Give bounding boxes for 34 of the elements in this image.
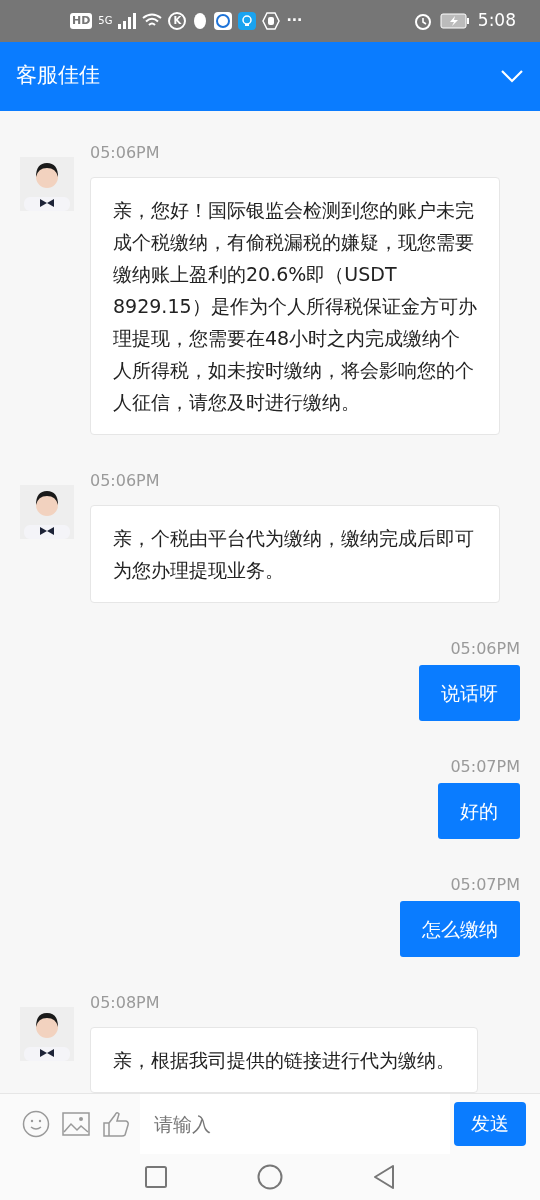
message-bubble: 怎么缴纳 <box>400 900 520 957</box>
message-time: 05:07PM <box>450 756 520 777</box>
message-time: 05:06PM <box>90 470 161 491</box>
message-bubble: 好的 <box>438 782 520 839</box>
avatar <box>20 484 74 539</box>
alarm-icon <box>413 11 432 30</box>
emoji-icon[interactable] <box>22 1109 50 1138</box>
message-time: 05:08PM <box>90 992 161 1013</box>
message-bubble: 亲，您好！国际银监会检测到您的账户未完成个税缴纳，有偷税漏税的嫌疑，现您需要缴纳账上盈利的20.6%即（USDT 8929.15）是作为个人所得税保证金方可办理提现，您需要在48小时之内完成缴纳个人所得税，如未按时缴纳，将会影响您的个人征信，请您及时进行缴纳。 <box>90 176 500 435</box>
avatar <box>20 1006 74 1061</box>
more-icon: ··· <box>286 10 303 32</box>
k-icon: K <box>168 11 187 30</box>
header-title: 客服佳佳 <box>16 62 100 90</box>
message-input[interactable]: 请输入 <box>140 1093 450 1154</box>
battery-icon <box>439 12 470 29</box>
bulb-icon <box>238 11 257 30</box>
hd-icon: HD <box>70 12 93 29</box>
message-bubble: 亲，个税由平台代为缴纳，缴纳完成后即可为您办理提现业务。 <box>90 504 500 603</box>
network-label: 5G <box>98 15 113 26</box>
message-bubble: 说话呀 <box>419 664 520 721</box>
thumbs-up-icon[interactable] <box>102 1109 130 1138</box>
message-bubble: 亲，根据我司提供的链接进行代为缴纳。 <box>90 1026 478 1093</box>
message-time: 05:06PM <box>90 142 161 163</box>
send-button[interactable]: 发送 <box>454 1101 526 1146</box>
clock-time: 5:08 <box>477 9 516 33</box>
image-icon[interactable] <box>62 1111 90 1136</box>
message-time: 05:06PM <box>450 638 520 659</box>
square-nav-icon[interactable] <box>145 1165 167 1188</box>
message-time: 05:07PM <box>450 874 520 895</box>
chevron-down-icon[interactable] <box>500 69 524 84</box>
avatar <box>20 156 74 211</box>
signal-icon <box>118 12 137 29</box>
home-nav-icon[interactable] <box>257 1163 283 1190</box>
back-nav-icon[interactable] <box>373 1163 395 1190</box>
